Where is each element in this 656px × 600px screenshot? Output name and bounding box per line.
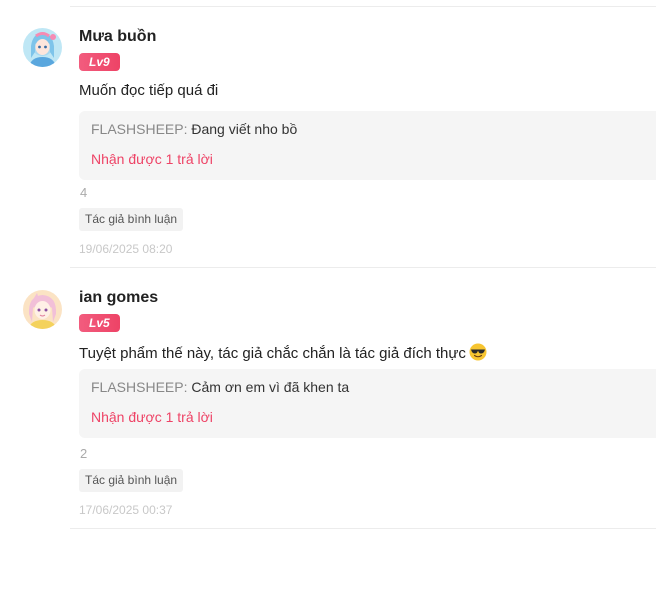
user-avatar[interactable] xyxy=(23,28,62,67)
comment-text: Muốn đọc tiếp quá đi xyxy=(79,82,219,99)
reply-line: FLASHSHEEP: Cảm ơn em vì đã khen ta xyxy=(91,379,349,395)
reply-author: FLASHSHEEP xyxy=(91,379,184,395)
comment-text-content: Tuyệt phẩm thế này, tác giả chắc chắn là… xyxy=(79,345,466,362)
username[interactable]: ian gomes xyxy=(79,289,158,307)
author-tag: Tác giả bình luận xyxy=(79,208,184,231)
comment-text: Tuyệt phẩm thế này, tác giả chắc chắn là… xyxy=(79,343,487,362)
top-divider xyxy=(70,6,656,7)
smiling-face-with-sunglasses-emoji xyxy=(469,343,487,361)
anime-girl-avatar-icon xyxy=(23,28,62,67)
timestamp: 19/06/2025 08:20 xyxy=(79,242,173,256)
reply-text: Cảm ơn em vì đã khen ta xyxy=(187,379,350,395)
reply-text: Đang viết nho bồ xyxy=(187,121,298,137)
level-badge: Lv9 xyxy=(79,53,120,71)
author-tag: Tác giả bình luận xyxy=(79,469,184,492)
comment-divider xyxy=(70,528,656,529)
reply-count-link[interactable]: Nhận được 1 trả lời xyxy=(91,151,213,167)
like-count: 2 xyxy=(80,446,88,461)
anime-girl-avatar-icon xyxy=(23,290,62,329)
username[interactable]: Mưa buồn xyxy=(79,28,156,46)
level-badge: Lv5 xyxy=(79,314,120,332)
reply-count-link[interactable]: Nhận được 1 trả lời xyxy=(91,409,213,425)
timestamp: 17/06/2025 00:37 xyxy=(79,503,173,517)
like-count: 4 xyxy=(80,185,88,200)
comment-divider xyxy=(70,267,656,268)
user-avatar[interactable] xyxy=(23,290,62,329)
reply-line: FLASHSHEEP: Đang viết nho bồ xyxy=(91,121,297,137)
reply-preview[interactable]: FLASHSHEEP: Đang viết nho bồ Nhận được 1… xyxy=(79,111,656,180)
reply-preview[interactable]: FLASHSHEEP: Cảm ơn em vì đã khen ta Nhận… xyxy=(79,369,656,438)
reply-author: FLASHSHEEP xyxy=(91,121,184,137)
